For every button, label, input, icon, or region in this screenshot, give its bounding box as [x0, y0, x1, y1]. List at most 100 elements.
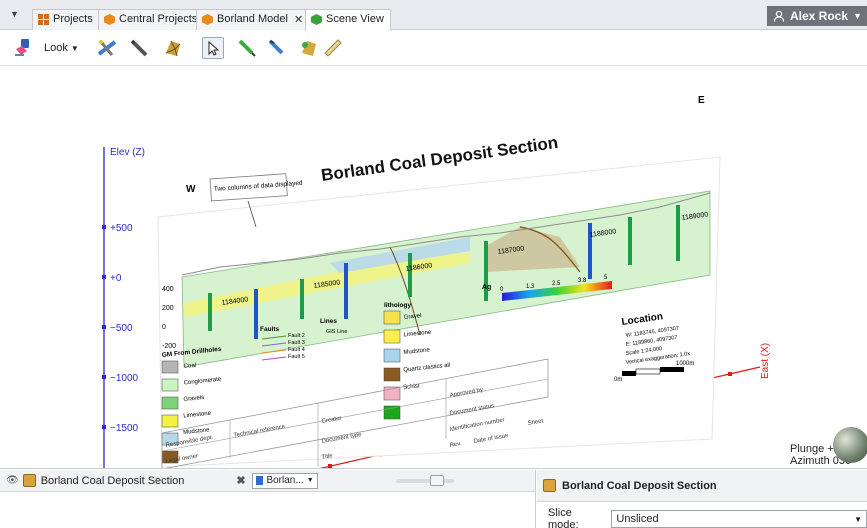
remove-icon[interactable]: ✖ [236, 474, 245, 487]
drillhole-tool-button[interactable] [96, 37, 118, 59]
tab-label: Scene View [326, 13, 384, 25]
shown-items-header: 👁 Borland Coal Deposit Section ✖ Borlan.… [0, 470, 535, 492]
section-title: Borland Coal Deposit Section [320, 133, 559, 185]
drillhole-icon [97, 40, 117, 56]
mesh-tool-button[interactable] [162, 37, 184, 59]
view-select[interactable]: Borlan... ▼ [251, 472, 318, 489]
chevron-down-icon: ▼ [854, 514, 862, 524]
mesh-icon [165, 40, 181, 57]
scene-viewport[interactable]: Elev (Z) +500 +0 −500 −1000 −1500 East (X) [0, 67, 867, 469]
tab-bar: ▼ Projects Central Projects Borland Mode… [0, 0, 867, 31]
polyline-icon [268, 39, 284, 55]
legend-lithology-swatch [383, 367, 401, 382]
model-icon [202, 14, 213, 25]
west-label: W [186, 184, 196, 195]
select-tool-button[interactable] [202, 37, 224, 59]
elevation-axis-label: Elev (Z) [110, 147, 145, 158]
ag-tick-label: 1.3 [526, 284, 535, 290]
elevation-tick-mark [102, 275, 106, 279]
scene-toolbar: Look ▼ [0, 31, 867, 66]
scalebar-start: 0m [614, 377, 622, 383]
tab-list-menu-icon[interactable]: ▼ [10, 9, 19, 19]
slice-mode-select[interactable]: Unsliced ▼ [611, 510, 867, 528]
legend-gm-label: Coal [184, 363, 197, 370]
east-label: E [698, 95, 705, 106]
shown-item-title[interactable]: Borland Coal Deposit Section [41, 475, 185, 487]
section-y-tick-label: -200 [162, 343, 176, 350]
draw-line-icon [238, 39, 256, 57]
close-icon[interactable]: ✕ [294, 13, 303, 26]
legend-lithology-title: lithology [384, 302, 411, 309]
app-window: ▼ Projects Central Projects Borland Mode… [0, 0, 867, 528]
tab-projects[interactable]: Projects [32, 9, 100, 30]
slice-mode-label: Slice mode: [548, 507, 579, 528]
title-block-label: Title [321, 453, 334, 461]
erase-scene-button[interactable] [12, 37, 34, 59]
legend-fault-label: Fault 3 [288, 340, 305, 346]
scalebar-black-2 [660, 367, 684, 372]
ag-tick-label: 3.8 [578, 278, 587, 284]
legend-faults-title: Faults [260, 326, 280, 333]
slice-mode-value: Unsliced [616, 513, 659, 525]
view-select-value: Borlan... [266, 475, 304, 486]
tab-borland-model[interactable]: Borland Model ✕ [196, 9, 311, 30]
scalebar-white [635, 368, 661, 375]
section-layer-icon [22, 474, 36, 487]
properties-title: Borland Coal Deposit Section [562, 479, 717, 492]
elevation-tick-label: −1500 [110, 423, 139, 434]
bottom-panels: 👁 Borland Coal Deposit Section ✖ Borlan.… [0, 470, 867, 528]
pencil-tool-button[interactable] [128, 37, 150, 59]
ag-label: Ag [482, 284, 491, 291]
scene-canvas[interactable]: Elev (Z) +500+0−500−1000−1500 East (X) B… [0, 67, 867, 469]
scalebar-end: 1000m [676, 361, 694, 367]
elevation-tick-label: +0 [110, 273, 122, 284]
user-menu[interactable]: Alex Rock ▼ [767, 6, 867, 26]
legend-lines-title: Lines [320, 318, 337, 325]
eye-icon[interactable]: 👁 [6, 475, 19, 486]
opacity-slider-handle[interactable] [429, 474, 444, 486]
cursor-arrow-icon [208, 40, 220, 56]
section-layer-icon [543, 479, 556, 492]
legend-fault-label: Fault 4 [288, 347, 305, 353]
scalebar-black [622, 371, 636, 376]
tab-label: Borland Model [217, 13, 288, 25]
legend-gm-swatch [161, 414, 179, 428]
drillhole [208, 293, 212, 331]
elevation-ticks: +500 +0 −500 −1000 −1500 [102, 223, 139, 434]
east-axis-tick [328, 464, 332, 468]
drillhole [408, 253, 412, 297]
drillhole [300, 279, 304, 319]
draw-line-button[interactable] [236, 37, 258, 59]
tab-label: Projects [53, 13, 93, 25]
elevation-tick-label: −1000 [110, 373, 139, 384]
drillhole [628, 217, 632, 265]
ruler-icon [324, 39, 342, 57]
tab-central-projects[interactable]: Central Projects [98, 9, 205, 30]
drillhole [676, 205, 680, 261]
scene-view-icon [311, 14, 322, 25]
ruler-button[interactable] [322, 37, 344, 59]
legend-lithology-swatch [383, 348, 401, 363]
legend-fault-label: Fault 5 [288, 354, 305, 360]
elevation-tick-mark [102, 325, 106, 329]
legend-lithology-swatch [383, 329, 401, 344]
view-globe-widget[interactable] [833, 427, 867, 463]
legend-gm-swatch [161, 360, 179, 374]
look-menu[interactable]: Look ▼ [44, 42, 79, 54]
ag-tick-label: 2.5 [552, 281, 561, 287]
mesh-edit-icon [302, 41, 316, 56]
legend-line-item: GIS Line [326, 329, 347, 335]
section-y-tick-label: 200 [162, 305, 174, 312]
draw-polyline-button[interactable] [266, 37, 288, 59]
tab-scene-view[interactable]: Scene View [305, 9, 391, 31]
pencil-icon [130, 39, 148, 57]
chevron-down-icon: ▼ [853, 11, 862, 21]
drillhole [344, 263, 348, 319]
opacity-slider[interactable] [395, 474, 454, 486]
chevron-down-icon: ▼ [70, 44, 79, 53]
mesh-edit-button[interactable] [298, 37, 320, 59]
chevron-down-icon: ▼ [306, 477, 314, 484]
east-axis-tick [728, 372, 732, 376]
drillhole [484, 241, 488, 301]
slice-mode-row: Slice mode: Unsliced ▼ [548, 507, 867, 528]
